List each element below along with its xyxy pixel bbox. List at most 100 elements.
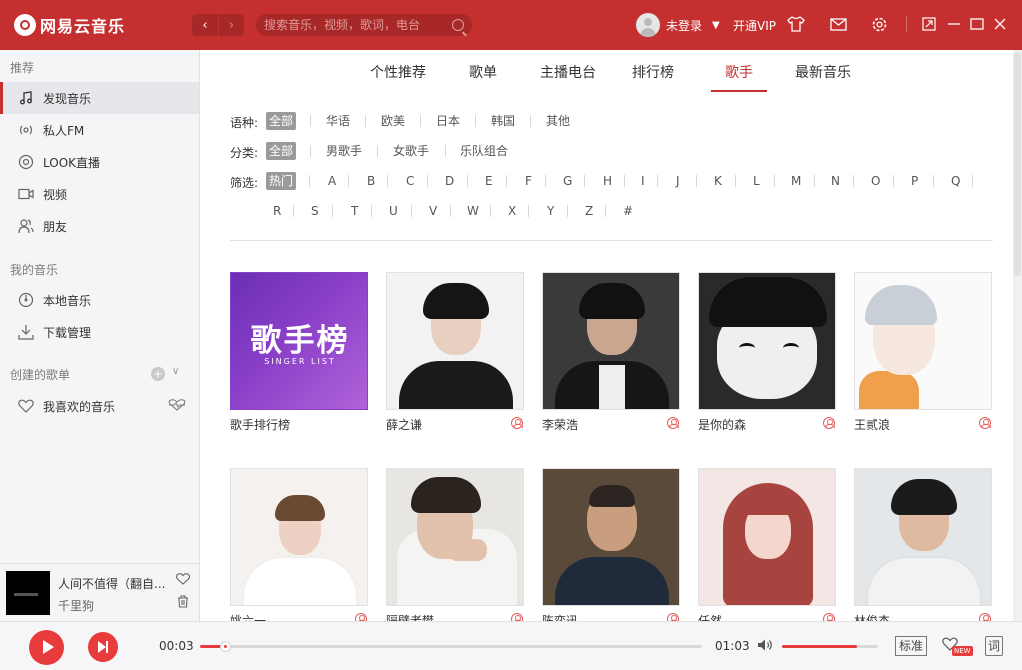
filter-option[interactable]: Q bbox=[948, 172, 963, 190]
artist-cover[interactable] bbox=[542, 468, 680, 606]
artist-name[interactable]: 薛之谦 bbox=[386, 416, 422, 433]
mail-icon[interactable] bbox=[829, 15, 847, 33]
sound-effect-button[interactable]: NEW bbox=[942, 635, 973, 659]
filter-option[interactable]: M bbox=[788, 172, 804, 190]
artist-name[interactable]: 任然 bbox=[698, 612, 722, 621]
artist-cover[interactable] bbox=[698, 272, 836, 410]
filter-option[interactable]: 热门 bbox=[266, 172, 297, 190]
search-input[interactable] bbox=[264, 18, 452, 32]
settings-icon[interactable] bbox=[870, 15, 888, 33]
user-profile-icon[interactable] bbox=[667, 613, 679, 621]
artist-card[interactable]: 王贰浪 bbox=[854, 272, 992, 432]
caret-down-icon[interactable]: ▼ bbox=[712, 20, 720, 31]
artist-cover[interactable] bbox=[854, 272, 992, 410]
filter-option[interactable]: A bbox=[325, 172, 339, 190]
user-profile-icon[interactable] bbox=[511, 613, 523, 621]
filter-option[interactable]: K bbox=[711, 172, 725, 190]
artist-name[interactable]: 隔壁老樊 bbox=[386, 612, 434, 621]
lyrics-button[interactable]: 词 bbox=[985, 636, 1003, 656]
tab-artists[interactable]: 歌手 bbox=[711, 62, 767, 92]
next-track-button[interactable] bbox=[88, 632, 118, 662]
artist-card[interactable]: 薛之谦 bbox=[386, 272, 524, 432]
artist-cover[interactable] bbox=[698, 468, 836, 606]
filter-option[interactable]: O bbox=[868, 172, 883, 190]
filter-option[interactable]: Z bbox=[582, 202, 596, 220]
filter-option[interactable]: 全部 bbox=[266, 112, 297, 130]
user-profile-icon[interactable] bbox=[511, 417, 523, 429]
add-playlist-icon[interactable]: + bbox=[151, 367, 165, 381]
now-playing-title[interactable]: 人间不值得（翻自... bbox=[58, 575, 168, 592]
filter-option[interactable]: 欧美 bbox=[378, 112, 408, 130]
sidebar-item-friends[interactable]: 朋友 bbox=[0, 210, 199, 242]
artist-name[interactable]: 姚六一 bbox=[230, 612, 266, 621]
tab-personal-recommend[interactable]: 个性推荐 bbox=[370, 62, 426, 92]
volume-slider[interactable] bbox=[782, 645, 878, 648]
user-profile-icon[interactable] bbox=[979, 613, 991, 621]
sidebar-item-discover[interactable]: 发现音乐 bbox=[0, 82, 199, 114]
search-box[interactable] bbox=[256, 14, 472, 36]
filter-option[interactable]: 女歌手 bbox=[390, 142, 432, 160]
quality-button[interactable]: 标准 bbox=[895, 636, 928, 656]
tab-playlists[interactable]: 歌单 bbox=[469, 62, 497, 92]
artist-cover[interactable] bbox=[386, 272, 524, 410]
back-button[interactable]: ‹ bbox=[192, 14, 218, 36]
filter-option[interactable]: J bbox=[673, 172, 683, 190]
filter-option[interactable]: U bbox=[386, 202, 401, 220]
filter-option[interactable]: W bbox=[464, 202, 482, 220]
sidebar-item-liked-music[interactable]: 我喜欢的音乐 bbox=[0, 390, 199, 422]
sidebar-item-local-music[interactable]: 本地音乐 bbox=[0, 284, 199, 316]
filter-option[interactable]: R bbox=[270, 202, 284, 220]
artist-name[interactable]: 林俊杰 bbox=[854, 612, 890, 621]
mini-mode-icon[interactable] bbox=[920, 15, 938, 33]
filter-option[interactable]: H bbox=[600, 172, 615, 190]
now-playing-panel[interactable]: 人间不值得（翻自... 千里狗 bbox=[0, 563, 199, 621]
artist-card[interactable]: 林俊杰 bbox=[854, 468, 992, 621]
chevron-down-icon[interactable]: ∨ bbox=[172, 366, 179, 377]
login-status[interactable]: 未登录 bbox=[666, 17, 702, 34]
artist-cover[interactable] bbox=[542, 272, 680, 410]
sidebar-item-fm[interactable]: 私人FM bbox=[0, 114, 199, 146]
filter-option[interactable]: X bbox=[505, 202, 519, 220]
sidebar-item-live[interactable]: LOOK直播 bbox=[0, 146, 199, 178]
forward-button[interactable]: › bbox=[218, 14, 244, 36]
tab-radio[interactable]: 主播电台 bbox=[540, 62, 596, 92]
user-profile-icon[interactable] bbox=[823, 417, 835, 429]
artist-card[interactable]: 陈奕迅 bbox=[542, 468, 680, 621]
tab-new-music[interactable]: 最新音乐 bbox=[795, 62, 851, 92]
artist-name[interactable]: 李荣浩 bbox=[542, 416, 578, 433]
artist-cover[interactable] bbox=[854, 468, 992, 606]
scrollbar-thumb[interactable] bbox=[1014, 52, 1021, 276]
filter-option[interactable]: N bbox=[828, 172, 843, 190]
progress-knob[interactable] bbox=[220, 641, 232, 652]
now-playing-cover[interactable] bbox=[6, 571, 50, 615]
sidebar-item-video[interactable]: 视频 bbox=[0, 178, 199, 210]
filter-option[interactable]: L bbox=[750, 172, 763, 190]
filter-option[interactable]: B bbox=[364, 172, 378, 190]
artist-cover[interactable] bbox=[386, 468, 524, 606]
progress-bar[interactable] bbox=[200, 641, 702, 652]
user-menu[interactable]: 未登录 ▼ bbox=[636, 13, 720, 37]
volume-icon[interactable] bbox=[757, 638, 773, 656]
filter-option[interactable]: 乐队组合 bbox=[457, 142, 511, 160]
filter-option[interactable]: T bbox=[348, 202, 361, 220]
avatar[interactable] bbox=[636, 13, 660, 37]
close-icon[interactable] bbox=[991, 15, 1009, 33]
trash-icon[interactable] bbox=[177, 595, 189, 611]
filter-option[interactable]: E bbox=[482, 172, 496, 190]
artist-card[interactable]: 隔壁老樊 bbox=[386, 468, 524, 621]
filter-option[interactable]: V bbox=[426, 202, 440, 220]
artist-card[interactable]: 李荣浩 bbox=[542, 272, 680, 432]
vip-button[interactable]: 开通VIP bbox=[733, 17, 776, 34]
tab-charts[interactable]: 排行榜 bbox=[632, 62, 674, 92]
filter-option[interactable]: I bbox=[638, 172, 648, 190]
filter-option[interactable]: 其他 bbox=[543, 112, 573, 130]
artist-name[interactable]: 是你的森 bbox=[698, 416, 746, 433]
skin-icon[interactable] bbox=[787, 15, 805, 33]
app-logo[interactable]: 网易云音乐 bbox=[14, 13, 125, 37]
filter-option[interactable]: F bbox=[522, 172, 535, 190]
filter-option[interactable]: 韩国 bbox=[488, 112, 518, 130]
maximize-icon[interactable] bbox=[968, 15, 986, 33]
filter-option[interactable]: D bbox=[442, 172, 457, 190]
minimize-icon[interactable] bbox=[945, 15, 963, 33]
artist-name[interactable]: 王贰浪 bbox=[854, 416, 890, 433]
